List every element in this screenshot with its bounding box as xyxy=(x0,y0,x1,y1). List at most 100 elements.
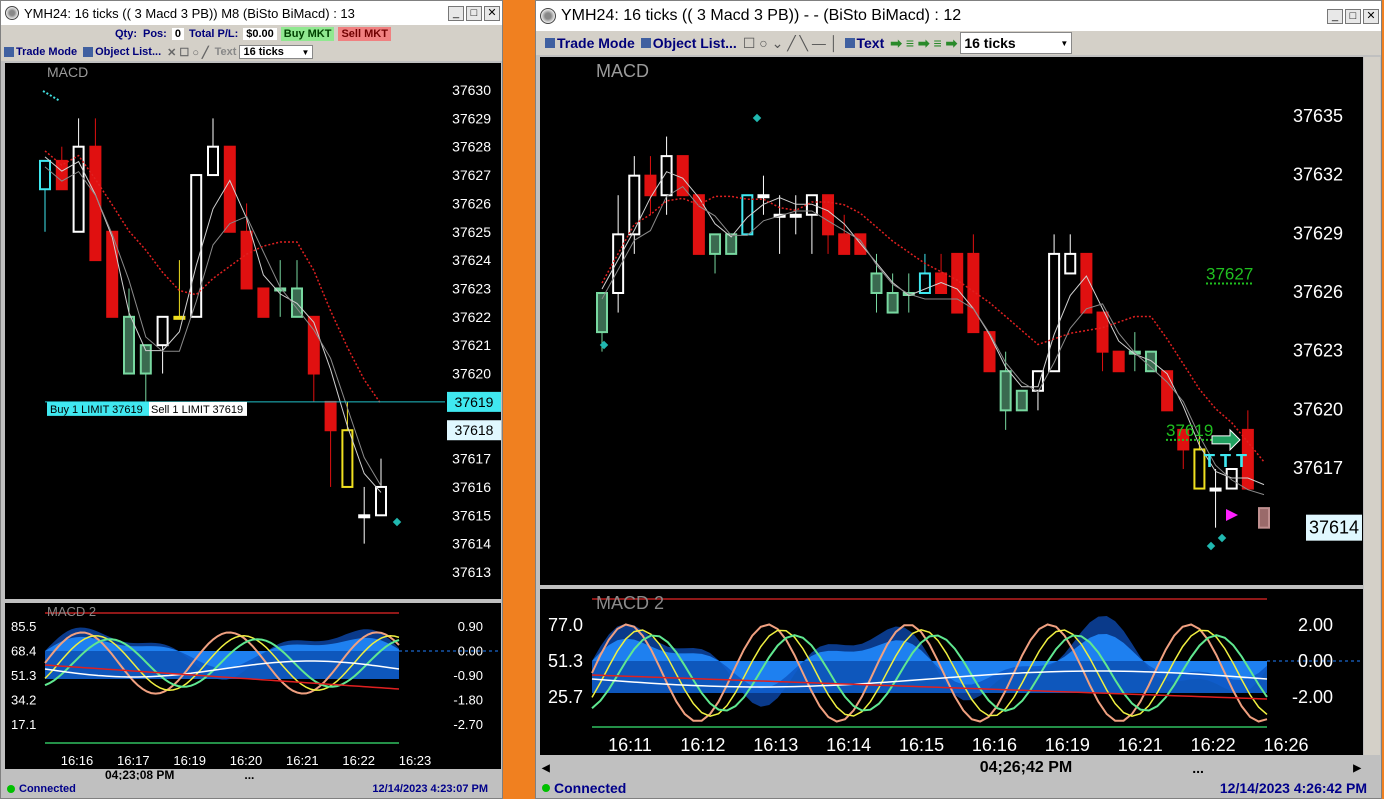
scroll-left-icon[interactable]: ◀ xyxy=(542,763,550,774)
macd-indicator-label: MACD xyxy=(47,64,88,80)
time-axis-label: 16:22 xyxy=(1191,735,1236,755)
macd2-label: MACD 2 xyxy=(596,593,664,613)
tick-markers: T T T xyxy=(1204,451,1247,471)
price-tag-2-label: 37618 xyxy=(455,422,494,438)
right-datetime: 12/14/2023 4:26:42 PM xyxy=(1219,780,1367,796)
candle-body xyxy=(190,174,203,318)
trade-mode-button[interactable]: Trade Mode xyxy=(545,35,635,51)
text-tool-button[interactable]: Text xyxy=(844,35,884,51)
close-icon[interactable]: ✕ xyxy=(1363,8,1379,24)
object-list-button[interactable]: Object List... xyxy=(640,35,737,51)
ticks-dropdown[interactable]: 16 ticks ▼ xyxy=(239,45,314,59)
scroll-right-icon[interactable]: ▶ xyxy=(1353,763,1361,774)
entry-arrow-icon xyxy=(1211,428,1241,452)
arrow-tools-icon[interactable]: ➡ ≡ ➡ ≡ ➡ xyxy=(890,35,957,52)
candle-body xyxy=(39,159,51,191)
macd-indicator-label: MACD xyxy=(596,61,649,81)
candle-body xyxy=(676,155,689,197)
signal-marker xyxy=(1217,533,1227,543)
time-axis-label: 16:11 xyxy=(608,735,652,755)
candle-body xyxy=(1144,350,1157,373)
right-price-panel[interactable]: MACD 37635 37632 37629 37626 37623 37620 37617 3… xyxy=(540,57,1363,585)
maximize-icon[interactable]: □ xyxy=(466,5,482,21)
close-icon[interactable]: ✕ xyxy=(484,5,500,21)
object-list-label: Object List... xyxy=(652,35,737,51)
candle-body xyxy=(1048,252,1061,373)
left-drawing-toolbar: Trade Mode Object List... ✕ ☐ ○ ╱ Text 1… xyxy=(1,43,502,61)
trade-mode-icon xyxy=(545,38,555,48)
left-status-text: Connected xyxy=(19,783,76,795)
candle-body xyxy=(1096,311,1109,353)
candle-body xyxy=(1015,389,1028,412)
time-axis-label: 16:21 xyxy=(286,753,319,768)
price-scale-label: 37626 xyxy=(452,195,491,211)
time-axis-label: 16:26 xyxy=(1263,735,1308,755)
right-macd-panel[interactable]: MACD 2 77.0 51.3 25.7 2.00 0.00 -2.00 16:11 16:1… xyxy=(540,589,1363,755)
macd-right-scale-label: -2.00 xyxy=(1292,687,1333,707)
candle-body xyxy=(324,400,337,432)
right-macd-chart: MACD 2 77.0 51.3 25.7 2.00 0.00 -2.00 16:11 16:1… xyxy=(548,593,1363,755)
minimize-icon[interactable]: _ xyxy=(448,5,464,21)
macd-left-scale-label: 85.5 xyxy=(11,619,36,634)
left-order-toolbar: Qty: Pos: 0 Total P/L: $0.00 Buy MKT Sel… xyxy=(1,25,502,43)
maximize-icon[interactable]: □ xyxy=(1345,8,1361,24)
price-scale-label: 37613 xyxy=(452,564,491,580)
candle-body xyxy=(757,194,770,199)
pl-label: Total P/L: xyxy=(188,28,239,40)
object-list-button[interactable]: Object List... xyxy=(83,46,161,58)
candle-body xyxy=(951,252,964,314)
trade-mode-button[interactable]: Trade Mode xyxy=(4,46,77,58)
price-scale-label: 37629 xyxy=(452,110,491,126)
time-axis-label: 16:13 xyxy=(753,735,798,755)
candle-body xyxy=(375,485,387,517)
current-price-label: 37614 xyxy=(1309,518,1359,538)
signal-marker-line xyxy=(42,90,61,102)
pl-value: $0.00 xyxy=(243,28,277,40)
macd-right-scale-label: -1.80 xyxy=(453,693,483,708)
macd-left-scale-label: 51.3 xyxy=(11,668,36,683)
macd-left-scale-label: 25.7 xyxy=(548,687,583,707)
candle-body xyxy=(1225,468,1238,490)
buy-order-label: Buy 1 LIMIT 37619 xyxy=(50,404,143,416)
price-scale-label: 37632 xyxy=(1293,165,1343,185)
right-scroll-row[interactable]: ◀ 04;26;42 PM ... ▶ xyxy=(536,757,1381,779)
time-axis-label: 16:16 xyxy=(61,753,94,768)
right-vertical-scrollbar[interactable] xyxy=(1364,57,1380,755)
price-scale-label: 37622 xyxy=(452,309,491,325)
pos-label: Pos: xyxy=(143,28,167,40)
qty-label: Qty: xyxy=(115,28,137,40)
ticks-dropdown[interactable]: 16 ticks ▼ xyxy=(960,32,1073,54)
time-axis-label: 16:12 xyxy=(680,735,725,755)
candle-body xyxy=(789,213,802,218)
price-scale-label: 37615 xyxy=(452,507,491,523)
minimize-icon[interactable]: _ xyxy=(1327,8,1343,24)
candle-body xyxy=(358,514,371,519)
price-scale-label: 37614 xyxy=(452,536,491,552)
time-axis-label: 16:19 xyxy=(1045,735,1090,755)
connected-icon xyxy=(542,784,550,792)
candle-body xyxy=(838,233,851,255)
left-price-panel[interactable]: MACD 37630 37629 37628 37627 37626 37625 37624 3… xyxy=(5,63,501,599)
trade-mode-label: Trade Mode xyxy=(16,46,78,58)
shape-tools-icon[interactable]: ☐ ○ ⌄ ╱ ╲ — │ xyxy=(743,35,839,52)
candle-body xyxy=(983,331,996,373)
time-axis-label: 16:15 xyxy=(899,735,944,755)
left-title-bar: YMH24: 16 ticks (( 3 Macd 3 PB)) M8 (BiS… xyxy=(1,1,502,25)
left-price-chart: MACD 37630 37629 37628 37627 37626 37625 37624 3… xyxy=(39,64,501,580)
candle-body xyxy=(123,315,135,375)
buy-market-button[interactable]: Buy MKT xyxy=(280,27,335,41)
price-scale-label: 37628 xyxy=(452,139,491,155)
price-scale-label: 37617 xyxy=(1293,458,1343,478)
signal-marker xyxy=(1206,541,1216,551)
left-chart-window: YMH24: 16 ticks (( 3 Macd 3 PB)) M8 (BiS… xyxy=(0,0,503,799)
delete-icon[interactable]: ✕ ☐ ○ ╱ xyxy=(167,46,209,59)
left-status-bar: Connected 12/14/2023 4:23:07 PM xyxy=(1,780,502,798)
candle-body xyxy=(660,155,673,197)
right-drawing-toolbar: Trade Mode Object List... ☐ ○ ⌄ ╱ ╲ — │ … xyxy=(536,31,1381,55)
text-tool-button[interactable]: Text xyxy=(215,46,237,58)
sell-market-button[interactable]: Sell MKT xyxy=(338,27,391,41)
price-scale-label: 37623 xyxy=(1293,341,1343,361)
candle-body xyxy=(156,315,169,347)
candle-body xyxy=(240,230,253,290)
left-macd-panel[interactable]: MACD 2 85.5 68.4 51.3 34.2 17.1 0.90 0.00 -0.90 -… xyxy=(5,603,501,769)
